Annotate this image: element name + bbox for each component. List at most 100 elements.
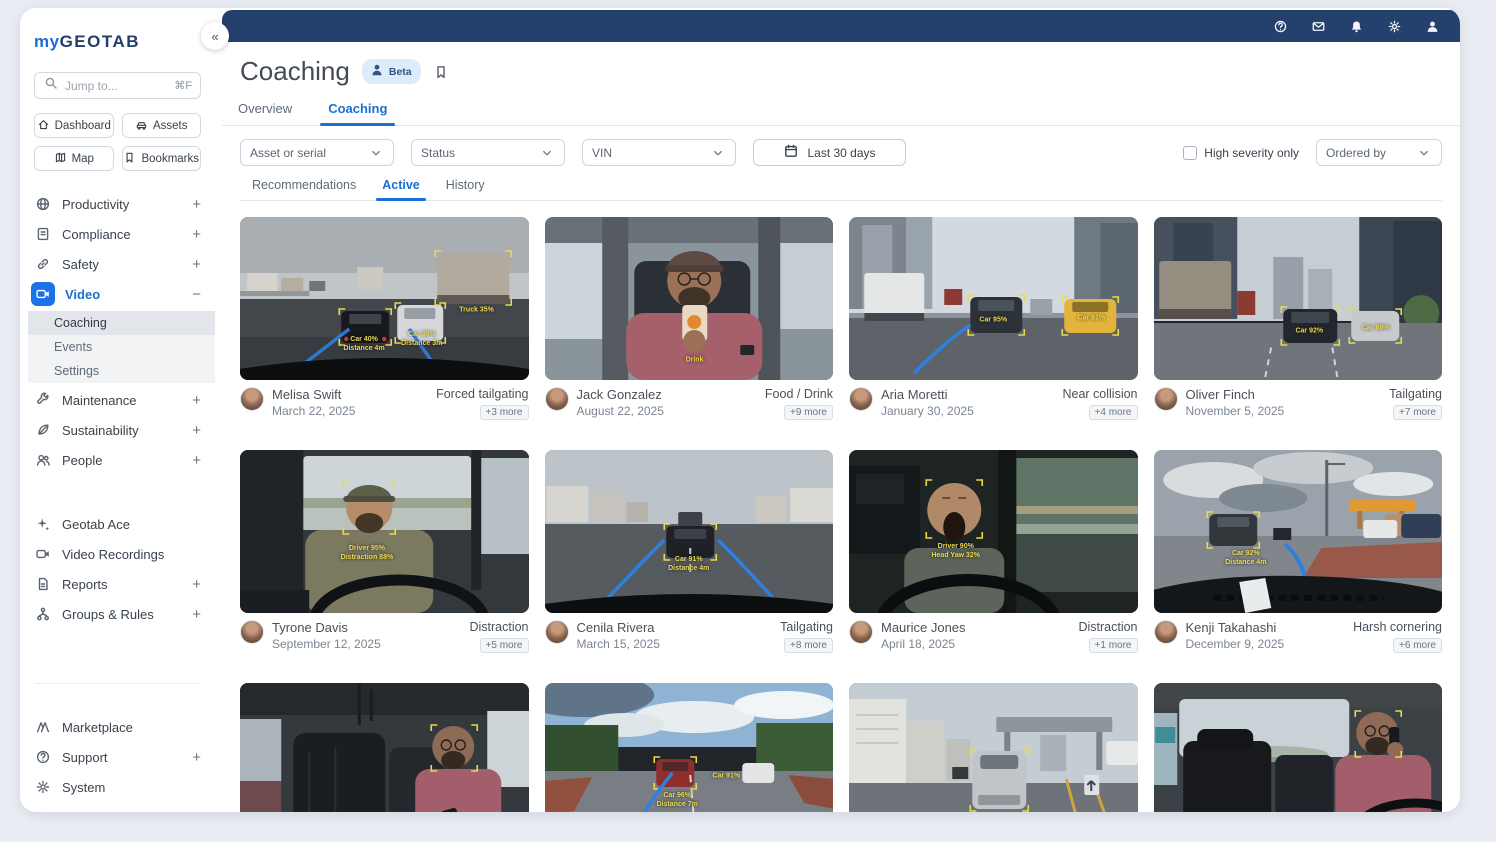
event-summary: Food / Drink +9 more	[765, 387, 833, 420]
sidebar-subitem-coaching[interactable]: Coaching	[28, 311, 215, 335]
coaching-card[interactable]: Car 92% Distance 4m Kenji Takahashi Decemb…	[1153, 450, 1442, 653]
bookmark-page-icon[interactable]	[433, 64, 449, 80]
expand-plus-icon[interactable]: +	[192, 392, 201, 409]
event-thumbnail[interactable]: Car 92% Car 89%	[1153, 217, 1442, 380]
topbar-user-icon[interactable]	[1424, 18, 1440, 34]
event-thumbnail[interactable]: Car 96% Distance 7m Car 91%	[544, 683, 833, 812]
status-filter-dropdown[interactable]: Status	[411, 139, 565, 166]
event-thumbnail[interactable]: Drink	[544, 217, 833, 380]
event-thumbnail[interactable]	[1153, 683, 1442, 812]
expand-plus-icon[interactable]: +	[192, 226, 201, 243]
chevron-down-icon	[368, 145, 384, 161]
event-thumbnail[interactable]: Driver 95% Distraction 88%	[240, 450, 529, 613]
jump-to-search[interactable]: ⌘F	[34, 72, 201, 99]
expand-plus-icon[interactable]: +	[192, 452, 201, 469]
coaching-card[interactable]: Car 96% Distance 7m Car 91%	[544, 683, 833, 812]
tab-overview[interactable]: Overview	[234, 93, 296, 125]
app-window: myGEOTAB « ⌘F Dashboard Assets Map Bookmark…	[20, 8, 1460, 812]
driver-identity: Melisa Swift March 22, 2025	[240, 387, 436, 418]
coaching-card[interactable]: Car 91% Distance 4m Cenila Rivera March 15…	[544, 450, 833, 653]
coaching-card[interactable]: Driver 90% Head Yaw 32% Maurice Jones Apri…	[849, 450, 1138, 653]
expand-plus-icon[interactable]: +	[192, 196, 201, 213]
expand-plus-icon[interactable]: +	[192, 576, 201, 593]
subtab-history[interactable]: History	[446, 178, 485, 200]
topbar-gear-icon[interactable]	[1386, 18, 1402, 34]
date-range-button[interactable]: Last 30 days	[753, 139, 906, 166]
coaching-card[interactable]: Car 92% Car 89% Oliver Finch November 5, 20…	[1153, 217, 1442, 420]
quick-link-dashboard[interactable]: Dashboard	[34, 113, 114, 138]
sidebar-item-groups-rules[interactable]: Groups & Rules +	[20, 599, 215, 629]
expand-plus-icon[interactable]: +	[192, 606, 201, 623]
event-type-label: Near collision	[1062, 387, 1138, 401]
asset-filter-dropdown[interactable]: Asset or serial	[240, 139, 394, 166]
tab-coaching[interactable]: Coaching	[320, 93, 396, 126]
high-severity-checkbox[interactable]	[1183, 145, 1198, 160]
event-thumbnail[interactable]: Car 95% Car 91%	[849, 217, 1138, 380]
subtab-recommendations[interactable]: Recommendations	[252, 178, 356, 200]
event-thumbnail[interactable]: Car 95% Distance 5m	[849, 683, 1138, 812]
driver-identity: Aria Moretti January 30, 2025	[849, 387, 1062, 418]
quick-link-bookmarks[interactable]: Bookmarks	[121, 146, 201, 171]
sidebar-item-geotab-ace[interactable]: Geotab Ace	[20, 509, 215, 539]
driver-avatar	[544, 620, 569, 644]
sidebar-item-sustainability[interactable]: Sustainability +	[20, 415, 215, 445]
page-tabs: Overview Coaching	[222, 93, 1460, 126]
sidebar-item-label: Maintenance	[62, 392, 137, 408]
leaf-icon	[34, 421, 52, 439]
driver-name: Kenji Takahashi	[1185, 620, 1277, 635]
event-thumbnail[interactable]: Car 92% Distance 4m	[1153, 450, 1442, 613]
event-thumbnail[interactable]: Car 91% Distance 4m	[544, 450, 833, 613]
driver-name: Tyrone Davis	[272, 620, 348, 635]
sidebar-item-support[interactable]: Support +	[20, 742, 215, 772]
sidebar-item-video[interactable]: Video −	[20, 279, 215, 309]
subtab-active[interactable]: Active	[376, 178, 426, 201]
driver-avatar	[849, 387, 873, 411]
coaching-card[interactable]: Car 40% Distance 4m Car 39% Distance 3m Tr…	[240, 217, 529, 420]
topbar-bell-icon[interactable]	[1348, 18, 1364, 34]
event-summary: Distraction +5 more	[469, 620, 529, 653]
event-thumbnail[interactable]: Car 40% Distance 4m Car 39% Distance 3m Tr…	[240, 217, 529, 380]
sidebar-item-safety[interactable]: Safety +	[20, 249, 215, 279]
coaching-card[interactable]: Car 95% Distance 5m	[849, 683, 1138, 812]
coaching-card[interactable]	[1153, 683, 1442, 812]
sidebar-subitem-settings[interactable]: Settings	[28, 359, 215, 383]
coaching-card[interactable]: Drink Jack Gonzalez August 22, 2025 Food / …	[544, 217, 833, 420]
topbar-help-icon[interactable]	[1272, 18, 1288, 34]
ordered-by-dropdown[interactable]: Ordered by	[1316, 139, 1442, 166]
sidebar-subitem-events[interactable]: Events	[28, 335, 215, 359]
sidebar-item-reports[interactable]: Reports +	[20, 569, 215, 599]
coaching-card[interactable]	[240, 683, 529, 812]
dashcam-frame	[544, 217, 833, 380]
compliance-icon	[34, 225, 52, 243]
search-shortcut: ⌘F	[174, 80, 192, 92]
sidebar-item-people[interactable]: People +	[20, 445, 215, 475]
event-thumbnail[interactable]: Driver 90% Head Yaw 32%	[849, 450, 1138, 613]
coaching-card[interactable]: Driver 95% Distraction 88% Tyrone Davis Se…	[240, 450, 529, 653]
sidebar-item-marketplace[interactable]: Marketplace	[20, 712, 215, 742]
quick-link-assets[interactable]: Assets	[121, 113, 201, 138]
sidebar-item-compliance[interactable]: Compliance +	[20, 219, 215, 249]
expand-plus-icon[interactable]: +	[192, 749, 201, 766]
rules-icon	[34, 605, 52, 623]
event-thumbnail[interactable]	[240, 683, 529, 812]
topbar-mail-icon[interactable]	[1310, 18, 1326, 34]
sidebar-nav-secondary: Geotab Ace Video Recordings Reports + Groups…	[20, 509, 215, 629]
beta-badge: Beta	[361, 59, 421, 84]
event-summary: Tailgating +8 more	[780, 620, 833, 653]
more-events-badge: +6 more	[1393, 638, 1442, 653]
search-input[interactable]	[65, 78, 169, 93]
event-summary: Near collision +4 more	[1062, 387, 1138, 420]
dashcam-frame	[544, 450, 833, 613]
sidebar-collapse-button[interactable]: «	[201, 22, 229, 50]
quick-link-map[interactable]: Map	[34, 146, 114, 171]
sidebar-item-system[interactable]: System	[20, 772, 215, 802]
sidebar-item-productivity[interactable]: Productivity +	[20, 189, 215, 219]
coaching-card[interactable]: Car 95% Car 91% Aria Moretti January 30, 20…	[849, 217, 1138, 420]
expand-plus-icon[interactable]: +	[192, 422, 201, 439]
sidebar-item-video-recordings[interactable]: Video Recordings	[20, 539, 215, 569]
vin-filter-dropdown[interactable]: VIN	[582, 139, 736, 166]
collapse-minus-icon[interactable]: −	[192, 286, 201, 303]
chevron-down-icon	[710, 145, 726, 161]
expand-plus-icon[interactable]: +	[192, 256, 201, 273]
sidebar-item-maintenance[interactable]: Maintenance +	[20, 385, 215, 415]
